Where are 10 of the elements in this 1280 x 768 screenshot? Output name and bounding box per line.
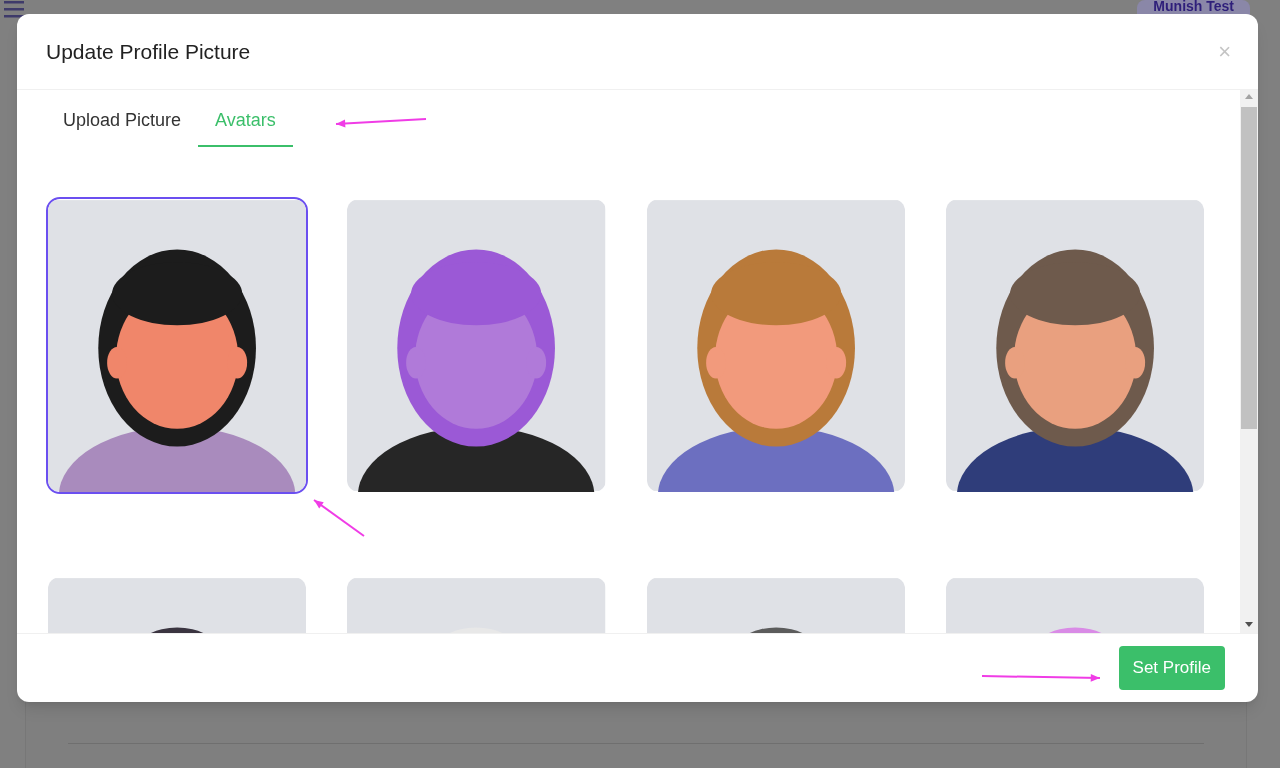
annotation-arrow <box>312 498 366 538</box>
close-button[interactable]: × <box>1218 40 1231 63</box>
set-profile-button[interactable]: Set Profile <box>1118 646 1225 690</box>
menu-icon[interactable] <box>4 0 24 18</box>
dialog-title: Update Profile Picture <box>46 38 251 65</box>
tab[interactable]: Avatars <box>198 96 293 147</box>
scroll-up-icon[interactable] <box>1245 94 1253 99</box>
scrollbar[interactable] <box>1240 90 1258 633</box>
scroll-down-icon[interactable] <box>1245 622 1253 627</box>
tab[interactable]: Upload Picture <box>46 96 199 147</box>
